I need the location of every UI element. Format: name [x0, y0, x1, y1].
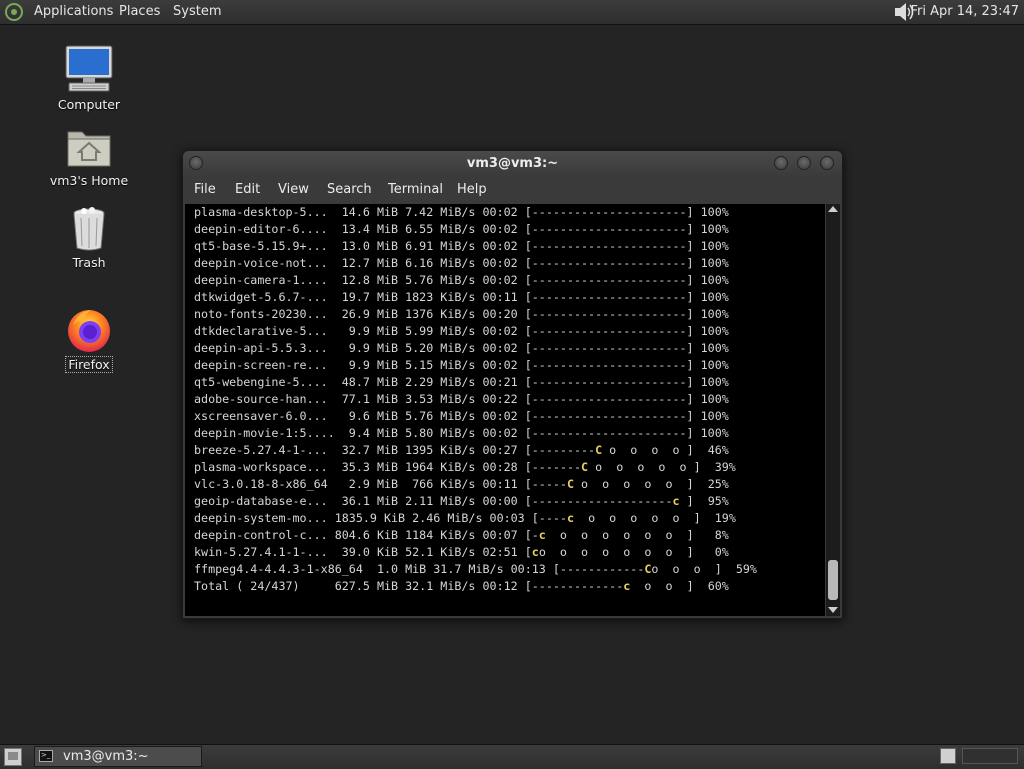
progress-bar: [----------------------]: [524, 290, 694, 304]
menu-applications[interactable]: Applications: [34, 3, 113, 21]
terminal-line: deepin-editor-6.... 13.4 MiB 6.55 MiB/s …: [194, 222, 729, 236]
terminal-line: deepin-voice-not... 12.7 MiB 6.16 MiB/s …: [194, 256, 729, 270]
progress-bar: [------------Co o o ]: [552, 562, 722, 576]
terminal-line: deepin-system-mo... 1835.9 KiB 2.46 MiB/…: [194, 511, 736, 525]
progress-bar: [-----C o o o o o ]: [524, 477, 694, 491]
scroll-up-arrow-icon[interactable]: [828, 206, 838, 212]
pacman-glyph: c: [623, 579, 631, 593]
terminal-line: qt5-webengine-5.... 48.7 MiB 2.29 MiB/s …: [194, 375, 729, 389]
progress-bar: [----------------------]: [524, 307, 694, 321]
terminal-line: ffmpeg4.4-4.4.3-1-x86_64 1.0 MiB 31.7 Mi…: [194, 562, 757, 576]
maximize-button[interactable]: [797, 156, 811, 170]
scroll-down-arrow-icon[interactable]: [828, 607, 838, 613]
trash-icon: [73, 207, 105, 251]
pacman-glyph: c: [531, 545, 539, 559]
progress-bar: [----------------------]: [524, 205, 694, 219]
desktop-icon-label: Computer: [57, 97, 121, 112]
menu-places[interactable]: Places: [119, 3, 160, 21]
desktop-icon-firefox[interactable]: Firefox: [34, 306, 144, 373]
terminal-line: deepin-screen-re... 9.9 MiB 5.15 MiB/s 0…: [194, 358, 729, 372]
terminal-line: dtkwidget-5.6.7-... 19.7 MiB 1823 KiB/s …: [194, 290, 729, 304]
pacman-glyph: c: [566, 511, 574, 525]
terminal-screen[interactable]: plasma-desktop-5... 14.6 MiB 7.42 MiB/s …: [185, 204, 825, 616]
terminal-scrollbar[interactable]: [826, 204, 840, 616]
progress-bar: [----------------------]: [524, 358, 694, 372]
progress-bar: [-c o o o o o o ]: [524, 528, 694, 542]
desktop-icon-label: Firefox: [65, 356, 113, 373]
terminal-line: deepin-movie-1:5.... 9.4 MiB 5.80 MiB/s …: [194, 426, 729, 440]
desktop-icon-label: Trash: [72, 255, 106, 270]
terminal-line: plasma-workspace... 35.3 MiB 1964 KiB/s …: [194, 460, 736, 474]
progress-bar: [----------------------]: [524, 324, 694, 338]
desktop-icon-trash[interactable]: Trash: [34, 206, 144, 271]
progress-bar: [----------------------]: [524, 273, 694, 287]
window-titlebar[interactable]: vm3@vm3:~: [183, 151, 842, 177]
pacman-glyph: c: [672, 494, 680, 508]
menu-search[interactable]: Search: [327, 182, 372, 197]
minimize-button[interactable]: [774, 156, 788, 170]
pacman-glyph: C: [595, 443, 603, 457]
terminal-line: deepin-camera-1.... 12.8 MiB 5.76 MiB/s …: [194, 273, 729, 287]
scroll-thumb[interactable]: [828, 560, 838, 600]
menu-view[interactable]: View: [278, 182, 309, 197]
show-desktop-icon[interactable]: [4, 748, 22, 766]
progress-bar: [----------------------]: [524, 239, 694, 253]
terminal-line: vlc-3.0.18-8-x86_64 2.9 MiB 766 KiB/s 00…: [194, 477, 729, 491]
terminal-window[interactable]: vm3@vm3:~ File Edit View Search Terminal…: [182, 150, 843, 619]
distro-logo-icon[interactable]: [4, 2, 24, 22]
terminal-line: dtkdeclarative-5... 9.9 MiB 5.99 MiB/s 0…: [194, 324, 729, 338]
desktop-icon-home[interactable]: vm3's Home: [34, 126, 144, 189]
terminal-line: geoip-database-e... 36.1 MiB 2.11 MiB/s …: [194, 494, 729, 508]
progress-bar: [----------------------]: [524, 222, 694, 236]
menu-terminal[interactable]: Terminal: [388, 182, 443, 197]
terminal-line: breeze-5.27.4-1-... 32.7 MiB 1395 KiB/s …: [194, 443, 729, 457]
home-folder-icon: [67, 131, 111, 167]
progress-bar: [--------------------c ]: [524, 494, 694, 508]
desktop-icon-label: vm3's Home: [49, 173, 129, 188]
progress-bar: [----------------------]: [524, 375, 694, 389]
terminal-line: kwin-5.27.4.1-1-... 39.0 KiB 52.1 KiB/s …: [194, 545, 729, 559]
progress-bar: [----------------------]: [524, 341, 694, 355]
terminal-line: plasma-desktop-5... 14.6 MiB 7.42 MiB/s …: [194, 205, 729, 219]
pacman-glyph: C: [644, 562, 652, 576]
pacman-glyph: C: [566, 477, 574, 491]
pacman-glyph: c: [538, 528, 546, 542]
terminal-line: xscreensaver-6.0... 9.6 MiB 5.76 MiB/s 0…: [194, 409, 729, 423]
progress-bar: [----------------------]: [524, 426, 694, 440]
progress-bar: [----------------------]: [524, 409, 694, 423]
top-panel: Applications Places System Fri Apr 14, 2…: [0, 0, 1024, 25]
terminal-line: adobe-source-han... 77.1 MiB 3.53 MiB/s …: [194, 392, 729, 406]
taskbar-button-label: vm3@vm3:~: [63, 749, 149, 764]
computer-icon: [65, 45, 113, 92]
pacman-glyph: C: [581, 460, 589, 474]
menu-system[interactable]: System: [173, 3, 221, 21]
menu-edit[interactable]: Edit: [235, 182, 260, 197]
workspace-switcher-2[interactable]: [962, 748, 1018, 764]
terminal-line: Total ( 24/437) 627.5 MiB 32.1 MiB/s 00:…: [194, 579, 729, 593]
menu-help[interactable]: Help: [457, 182, 487, 197]
progress-bar: [----c o o o o o ]: [531, 511, 701, 525]
window-title: vm3@vm3:~: [466, 156, 559, 171]
terminal-line: deepin-control-c... 804.6 KiB 1184 KiB/s…: [194, 528, 729, 542]
progress-bar: [-------C o o o o o ]: [524, 460, 701, 474]
taskbar-button-terminal[interactable]: >_ vm3@vm3:~: [34, 746, 202, 767]
terminal-icon: >_: [39, 750, 53, 762]
clock[interactable]: Fri Apr 14, 23:47: [910, 3, 1019, 21]
bottom-panel: >_ vm3@vm3:~: [0, 744, 1024, 769]
desktop-icon-computer[interactable]: Computer: [34, 44, 144, 113]
progress-bar: [----------------------]: [524, 256, 694, 270]
terminal-line: noto-fonts-20230... 26.9 MiB 1376 KiB/s …: [194, 307, 729, 321]
workspace-switcher-1[interactable]: [940, 748, 956, 764]
progress-bar: [---------C o o o o ]: [524, 443, 694, 457]
terminal-line: qt5-base-5.15.9+... 13.0 MiB 6.91 MiB/s …: [194, 239, 729, 253]
menu-file[interactable]: File: [194, 182, 216, 197]
close-button[interactable]: [820, 156, 834, 170]
firefox-icon: [68, 310, 110, 352]
terminal-menubar: File Edit View Search Terminal Help: [183, 177, 842, 203]
terminal-output: plasma-desktop-5... 14.6 MiB 7.42 MiB/s …: [194, 204, 757, 595]
progress-bar: [co o o o o o o ]: [524, 545, 694, 559]
terminal-line: deepin-api-5.5.3... 9.9 MiB 5.20 MiB/s 0…: [194, 341, 729, 355]
progress-bar: [----------------------]: [524, 392, 694, 406]
progress-bar: [-------------c o o ]: [524, 579, 694, 593]
